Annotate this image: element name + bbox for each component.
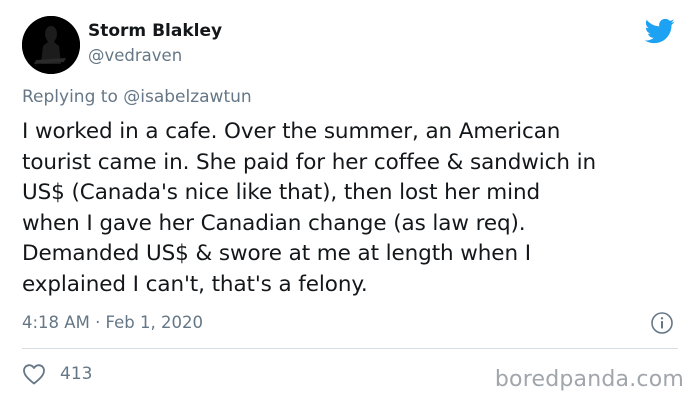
author-handle[interactable]: @vedraven	[88, 46, 182, 65]
watermark: boredpanda.com	[494, 367, 684, 392]
divider	[22, 348, 678, 349]
tweet-timestamp[interactable]: 4:18 AM · Feb 1, 2020	[22, 313, 203, 332]
info-icon[interactable]	[650, 311, 674, 335]
tweet-text-line: I worked in a cafe. Over the summer, an …	[22, 119, 561, 144]
tweet-text-line: when I gave her Canadian change (as law …	[22, 210, 526, 236]
tweet-text-line: US$ (Canada's nice like that), then lost…	[22, 180, 541, 205]
tweet-text: I worked in a cafe. Over the summer, an …	[22, 117, 692, 300]
reply-mention-link[interactable]: @isabelzawtun	[123, 87, 251, 107]
tweet-text-line: Demanded US$ & swore at me at length whe…	[22, 241, 531, 266]
like-count: 413	[60, 364, 93, 384]
author-name[interactable]: Storm Blakley	[88, 21, 222, 41]
reply-context: Replying to @isabelzawtun	[22, 87, 252, 107]
tweet-text-line: tourist came in. She paid for her coffee…	[22, 149, 596, 175]
heart-icon[interactable]	[22, 363, 46, 385]
tweet-text-line: explained I can't, that's a felony.	[22, 271, 368, 297]
reply-prefix: Replying to	[22, 87, 118, 107]
twitter-bird-icon[interactable]	[643, 16, 677, 46]
avatar-image	[22, 16, 80, 74]
avatar[interactable]	[22, 16, 80, 74]
